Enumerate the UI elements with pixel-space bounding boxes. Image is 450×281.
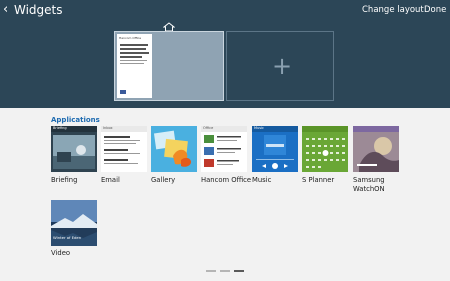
widget-header: Hancom Office — [119, 36, 142, 40]
video-tile[interactable]: Winter of Eden — [51, 200, 97, 246]
tile-header: Winter of Eden — [53, 235, 82, 240]
done-button[interactable]: Done — [424, 4, 446, 16]
samsung-watchon-tile[interactable] — [353, 126, 399, 172]
change-layout-button[interactable]: Change layout — [362, 4, 424, 16]
page-title[interactable]: Widgets — [14, 2, 63, 18]
page-dot-active[interactable] — [234, 270, 244, 272]
briefing-tile[interactable]: Briefing — [51, 126, 97, 172]
action-bar: ‹ Widgets Change layout Done — [0, 0, 450, 20]
app-label[interactable]: Gallery — [151, 176, 175, 185]
app-label[interactable]: Hancom Office — [201, 176, 251, 185]
tile-header: Inbox — [103, 126, 113, 130]
widget-preview[interactable]: Hancom Office — [117, 34, 152, 98]
empty-panel[interactable]: + — [226, 31, 334, 101]
section-title: Applications — [51, 116, 100, 124]
app-label[interactable]: Music — [252, 176, 271, 185]
hancom-office-tile[interactable]: Office — [201, 126, 247, 172]
app-label[interactable]: Email — [101, 176, 120, 185]
tile-header: Briefing — [53, 126, 67, 130]
app-label[interactable]: S Planner — [302, 176, 334, 185]
music-tile[interactable]: Music — [252, 126, 298, 172]
page-dot[interactable] — [220, 270, 230, 272]
home-screen-panel[interactable]: Hancom Office — [114, 31, 224, 101]
email-tile[interactable]: Inbox — [101, 126, 147, 172]
add-panel-icon[interactable]: + — [272, 54, 292, 78]
tile-header: Music — [254, 126, 264, 130]
s-planner-tile[interactable] — [302, 126, 348, 172]
gallery-tile[interactable] — [151, 126, 197, 172]
back-icon[interactable]: ‹ — [3, 3, 13, 17]
app-label[interactable]: Video — [51, 249, 70, 258]
app-label[interactable]: Briefing — [51, 176, 77, 185]
app-label[interactable]: Samsung WatchON — [353, 176, 403, 194]
tile-header: Office — [203, 126, 214, 130]
page-dot[interactable] — [206, 270, 216, 272]
